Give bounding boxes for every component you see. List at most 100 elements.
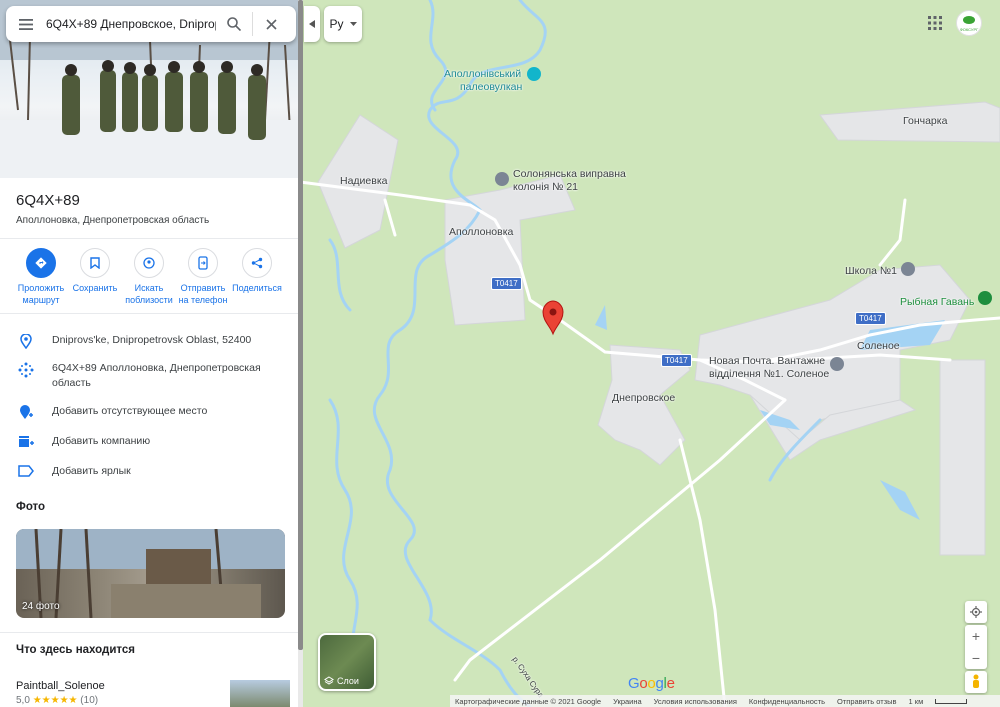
caret-down-icon xyxy=(349,22,357,26)
attribution-terms[interactable]: Условия использования xyxy=(654,697,737,706)
map-label-novaposhta-line1[interactable]: Новая Почта. Вантажне xyxy=(709,355,825,367)
share-icon xyxy=(242,248,272,278)
label-icon xyxy=(0,464,52,477)
save-button[interactable]: Сохранить xyxy=(68,248,122,306)
leaf-logo-icon xyxy=(963,16,975,24)
location-marker xyxy=(542,300,564,336)
nearby-button[interactable]: Искать поблизости xyxy=(122,248,176,306)
attribution-data: Картографические данные © 2021 Google xyxy=(455,696,602,706)
crosshair-icon xyxy=(970,606,982,618)
map-label-apollonovka[interactable]: Аполлоновка xyxy=(449,226,513,238)
add-business-row[interactable]: Добавить компанию xyxy=(0,434,298,449)
add-place-row[interactable]: Добавить отсутствующее место xyxy=(0,404,298,420)
map-label-fish-harbor[interactable]: Рыбная Гавань xyxy=(900,296,974,308)
attribution-feedback[interactable]: Отправить отзыв xyxy=(837,697,897,706)
map-label-apollonivsky[interactable]: Аполлонівський xyxy=(444,68,521,80)
zoom-out-button[interactable]: − xyxy=(965,647,987,669)
add-place-icon xyxy=(0,404,52,420)
directions-label: Проложить маршрут xyxy=(17,283,65,305)
photo-count: 24 фото xyxy=(22,601,60,612)
account-avatar[interactable]: ФОКСУРГ xyxy=(956,10,982,36)
road-shield: Т0417 xyxy=(661,354,692,367)
nearby-icon xyxy=(134,248,164,278)
save-label: Сохранить xyxy=(72,283,118,293)
add-business-text: Добавить компанию xyxy=(52,435,151,447)
map-label-colony-line1[interactable]: Солонянська виправна xyxy=(513,168,626,180)
poi-rating: 5,0 ★★★★★ (10) xyxy=(16,695,98,706)
map-label-nadievka[interactable]: Надиевка xyxy=(340,175,388,187)
caret-left-icon xyxy=(309,20,315,28)
add-place-text: Добавить отсутствующее место xyxy=(52,405,208,417)
google-logo: Google xyxy=(628,675,675,692)
zoom-control: + − xyxy=(965,625,987,669)
send-to-phone-button[interactable]: Отправить на телефон xyxy=(176,248,230,306)
search-icon[interactable] xyxy=(216,6,252,42)
phone-icon xyxy=(188,248,218,278)
side-panel: 6Q4X+89 Аполлоновка, Днепропетровская об… xyxy=(0,0,298,707)
add-label-text: Добавить ярлык xyxy=(52,465,131,477)
review-count: (10) xyxy=(80,695,99,706)
road-shield: Т0417 xyxy=(491,277,522,290)
search-input[interactable] xyxy=(46,17,216,31)
location-pin-icon xyxy=(0,333,52,349)
map-label-goncharka[interactable]: Гончарка xyxy=(903,115,947,127)
poi-thumbnail[interactable] xyxy=(230,680,290,707)
map-label-school[interactable]: Школа №1 xyxy=(845,265,897,277)
pegman-icon xyxy=(973,674,979,688)
divider xyxy=(0,313,298,314)
scale-label[interactable]: 1 км xyxy=(909,697,924,706)
bookmark-icon xyxy=(80,248,110,278)
apps-grid-icon[interactable] xyxy=(924,12,946,34)
place-subtitle: Аполлоновка, Днепропетровская область xyxy=(16,215,210,226)
photos-section-title: Фото xyxy=(16,501,46,513)
collapse-panel-button[interactable] xyxy=(304,6,320,42)
avatar-text: ФОКСУРГ xyxy=(959,27,979,32)
star-rating-icon: ★★★★★ xyxy=(32,695,78,706)
photos-thumbnail[interactable]: 24 фото xyxy=(16,529,285,618)
address-row[interactable]: Dniprovs'ke, Dnipropetrovsk Oblast, 5240… xyxy=(0,333,298,349)
plus-code-icon xyxy=(0,361,52,378)
nearby-section-title: Что здесь находится xyxy=(16,644,135,656)
close-icon[interactable] xyxy=(253,6,289,42)
map-attribution-bar: Картографические данные © 2021 Google Ук… xyxy=(450,695,1000,707)
layers-label: Слои xyxy=(337,676,359,686)
map-label-colony-line2[interactable]: колонія № 21 xyxy=(513,181,578,193)
plus-code-row[interactable]: 6Q4X+89 Аполлоновка, Днепропетровская об… xyxy=(0,361,298,391)
send-to-phone-label: Отправить на телефон xyxy=(178,283,228,305)
action-buttons: Проложить маршрут Сохранить Искать побли… xyxy=(0,248,298,306)
address-text: Dniprovs'ke, Dnipropetrovsk Oblast, 5240… xyxy=(52,334,252,346)
divider xyxy=(0,632,298,633)
place-title: 6Q4X+89 xyxy=(16,192,80,209)
directions-icon xyxy=(26,248,56,278)
share-label: Поделиться xyxy=(232,283,282,293)
language-label: Ру xyxy=(329,17,344,31)
poi-name[interactable]: Paintball_Solenoe xyxy=(16,680,105,692)
attribution-country[interactable]: Украина xyxy=(613,697,642,706)
map-label-novaposhta-line2[interactable]: відділення №1. Соленое xyxy=(709,368,829,380)
plus-code-text: 6Q4X+89 Аполлоновка, Днепропетровская об… xyxy=(52,362,261,389)
nearby-label: Искать поблизости xyxy=(125,283,173,305)
attribution-privacy[interactable]: Конфиденциальность xyxy=(749,697,825,706)
divider xyxy=(0,238,298,239)
layers-icon xyxy=(324,676,334,685)
my-location-button[interactable] xyxy=(965,601,987,623)
map-label-paleovulkan[interactable]: палеовулкан xyxy=(460,81,522,93)
language-button[interactable]: Ру xyxy=(324,6,362,42)
directions-button[interactable]: Проложить маршрут xyxy=(14,248,68,306)
layers-button[interactable]: Слои xyxy=(318,633,376,691)
add-label-row[interactable]: Добавить ярлык xyxy=(0,464,298,479)
zoom-in-button[interactable]: + xyxy=(965,625,987,647)
pegman-button[interactable] xyxy=(965,671,987,693)
scale-bar xyxy=(935,698,968,704)
hamburger-menu-icon[interactable] xyxy=(6,6,46,42)
search-box[interactable] xyxy=(6,6,296,42)
scrollbar-thumb[interactable] xyxy=(298,0,303,650)
share-button[interactable]: Поделиться xyxy=(230,248,284,306)
road-shield: Т0417 xyxy=(855,312,886,325)
side-panel-scrollbar[interactable] xyxy=(298,0,303,707)
rating-value: 5,0 xyxy=(16,695,30,706)
map-label-solenoe[interactable]: Соленое xyxy=(857,340,900,352)
add-business-icon xyxy=(0,434,52,448)
map-label-dneprovskoe[interactable]: Днепровское xyxy=(612,392,675,404)
place-hero-photo[interactable] xyxy=(0,0,298,178)
